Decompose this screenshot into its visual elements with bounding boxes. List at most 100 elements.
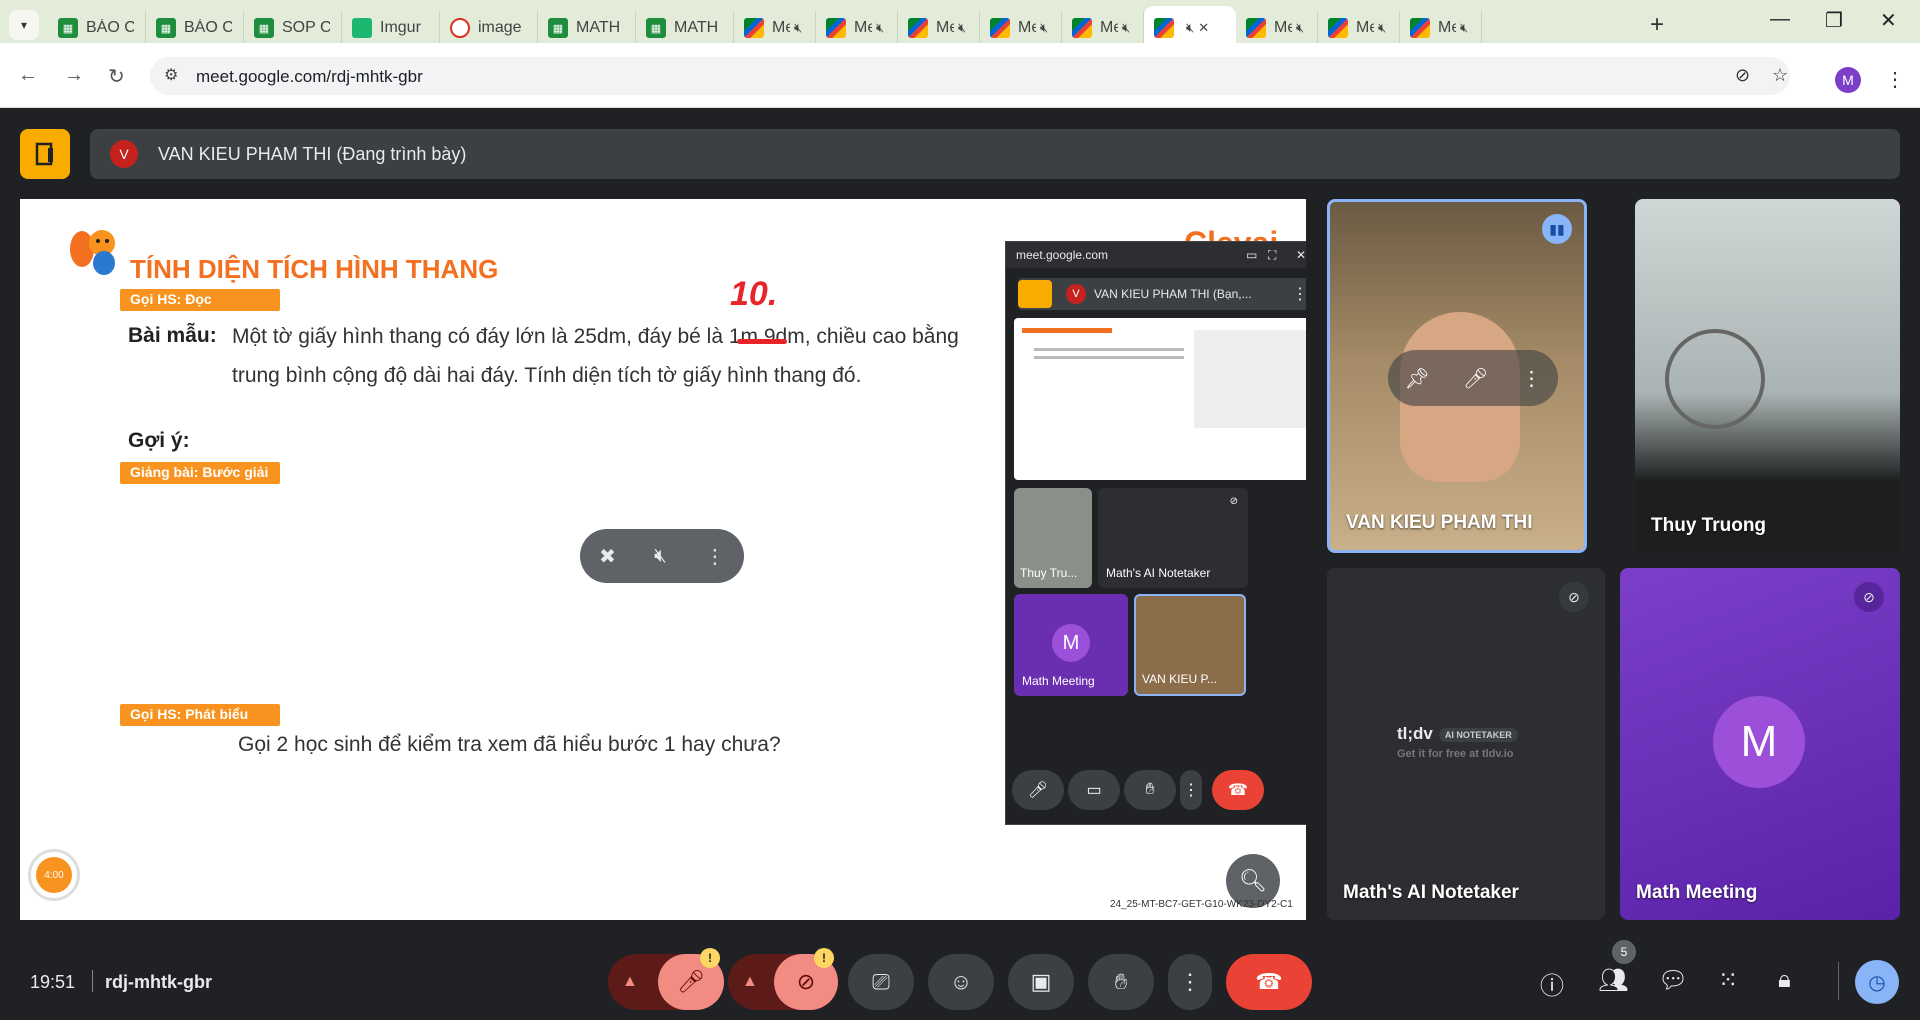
tab-muted-icon[interactable]: 🔇︎ (1460, 20, 1468, 36)
more-options-button[interactable]: ⋮ (1168, 954, 1212, 1010)
browser-tab[interactable]: Me 🔇︎ (898, 11, 980, 45)
timer-value: 4:00 (36, 857, 72, 893)
tab-muted-icon[interactable]: 🔇︎ (876, 20, 884, 36)
expand-icon[interactable]: ⛶ (1268, 248, 1276, 263)
raise-hand-button[interactable]: ✋︎ (1088, 954, 1154, 1010)
pip-more-button[interactable]: ⋮ (1180, 770, 1202, 810)
browser-tab[interactable]: ▦ BÁO C (146, 11, 244, 45)
browser-tab[interactable]: Me 🔇︎ (1318, 11, 1400, 45)
meet-icon (908, 18, 928, 38)
browser-tab[interactable]: ▦ MATH (636, 11, 734, 45)
pip-tile-notetaker[interactable]: Math's AI Notetaker ⊘ (1098, 488, 1248, 588)
meet-icon (990, 18, 1010, 38)
host-controls-button[interactable]: 🔒︎ (1778, 966, 1791, 994)
reload-button[interactable]: ↻ (108, 64, 125, 89)
tile-math-meeting[interactable]: ⊘ M Math Meeting (1620, 568, 1900, 920)
close-icon[interactable]: ✕ (1296, 248, 1306, 262)
close-tab-icon[interactable]: ✕ (1198, 20, 1209, 36)
pip-camera-button[interactable]: ▭ (1068, 770, 1120, 810)
tab-muted-icon[interactable]: 🔇︎ (1122, 20, 1130, 36)
tab-search-button[interactable]: ▾ (9, 10, 39, 40)
tab-muted-icon[interactable]: 🔇︎ (1378, 20, 1386, 36)
mic-options-chevron-up-icon[interactable]: ▲ (622, 973, 638, 991)
browser-toolbar: ← → ↻ ⚙ meet.google.com/rdj-mhtk-gbr ⊘ ☆… (0, 43, 1920, 108)
camera-toggle-button[interactable]: ⊘ ! (774, 948, 838, 1010)
pip-mic-button[interactable]: 🎤︎ (1012, 770, 1064, 810)
more-options-icon[interactable]: ⋮ (1292, 284, 1306, 304)
meet-icon (1410, 18, 1430, 38)
mic-toggle-button[interactable]: 🎤︎ ! (658, 948, 724, 1010)
more-options-icon[interactable]: ⋮ (705, 544, 725, 569)
leave-presentation-button[interactable] (20, 129, 70, 179)
sheets-icon: ▦ (548, 18, 568, 38)
imgur-icon (352, 18, 372, 38)
people-button[interactable]: 👥︎ (1598, 966, 1628, 995)
tile-name: Math's AI Notetaker (1343, 882, 1519, 903)
present-button[interactable]: ⎚ (848, 954, 914, 1010)
meet-app: V VAN KIEU PHAM THI (Đang trình bày) TÍN… (0, 109, 1920, 1020)
tab-muted-icon[interactable]: 🔇︎ (1040, 20, 1048, 36)
tab-muted-icon[interactable]: 🔇︎ (958, 20, 966, 36)
browser-tab[interactable]: Imgur (342, 11, 440, 45)
more-options-icon[interactable]: ⋮ (1521, 366, 1541, 391)
bookmark-star-icon[interactable]: ☆ (1772, 65, 1788, 86)
end-call-button[interactable]: ☎ (1226, 954, 1312, 1010)
tile-ai-notetaker[interactable]: ⊘ tl;dv AI NOTETAKER Get it for free at t… (1327, 568, 1605, 920)
end-call-icon: ☎ (1228, 782, 1248, 799)
profile-avatar[interactable]: M (1835, 67, 1861, 93)
pip-avatar-m: M (1052, 624, 1090, 662)
close-window-button[interactable]: ✕ (1880, 8, 1897, 33)
tab-muted-icon[interactable]: 🔇︎ (794, 20, 802, 36)
tab-muted-icon[interactable]: 🔇︎ (1296, 20, 1304, 36)
notetaker-brand: tl;dv AI NOTETAKER (1397, 724, 1518, 744)
chat-button[interactable]: 💬︎ (1658, 966, 1688, 995)
tile-van-kieu[interactable]: ▮▮ 📌︎ 🎤︎ ⋮ VAN KIEU PHAM THI (1327, 199, 1587, 553)
browser-tab[interactable]: Me 🔇︎ (980, 11, 1062, 45)
speaking-indicator-icon: ▮▮ (1542, 214, 1572, 244)
door-icon (35, 142, 53, 166)
reactions-button[interactable]: ☺ (928, 954, 994, 1010)
site-info-icon[interactable]: ⚙ (164, 65, 178, 85)
browser-tab[interactable]: ▦ MATH (538, 11, 636, 45)
minimize-button[interactable]: — (1770, 8, 1790, 31)
handwriting-annotation: 10. (730, 275, 778, 313)
browser-tab[interactable]: Me 🔇︎ (1400, 11, 1482, 45)
tab-muted-icon[interactable]: 🔇︎ (1186, 20, 1194, 36)
unpin-icon[interactable]: ✖ (599, 544, 616, 569)
pip-tile-thuy[interactable]: Thuy Tru... (1014, 488, 1092, 588)
browser-tab[interactable]: Me 🔇︎ (1062, 11, 1144, 45)
pip-tile-van-kieu[interactable]: VAN KIEU P... (1134, 594, 1246, 696)
captions-button[interactable]: ▣ (1008, 954, 1074, 1010)
meet-icon (826, 18, 846, 38)
browser-tab[interactable]: Me 🔇︎ (1236, 11, 1318, 45)
tile-thuy-truong[interactable]: Thuy Truong (1635, 199, 1900, 553)
pip-end-call-button[interactable]: ☎ (1212, 770, 1264, 810)
pin-icon[interactable]: 📌︎ (1405, 366, 1430, 391)
mic-icon[interactable]: 🎤︎ (1463, 366, 1488, 391)
pip-tile-math-meeting[interactable]: M Math Meeting (1014, 594, 1128, 696)
back-button[interactable]: ← (18, 64, 38, 87)
browser-tab[interactable]: Me 🔇︎ (816, 11, 898, 45)
restore-button[interactable]: ❐ (1825, 8, 1843, 33)
timer-activity-button[interactable]: ◷ (1855, 960, 1899, 1004)
browser-tab[interactable]: image (440, 11, 538, 45)
door-icon[interactable] (1018, 280, 1052, 308)
sheets-icon: ▦ (156, 18, 176, 38)
camera-icon[interactable]: ▭ (1246, 248, 1257, 262)
browser-tab[interactable]: ▦ BÁO C (48, 11, 146, 45)
pip-hand-button[interactable]: ✋︎ (1124, 770, 1176, 810)
audio-off-icon[interactable]: 🔇︎ (654, 545, 667, 568)
activities-button[interactable]: ⁙ (1718, 966, 1738, 995)
address-bar[interactable]: ⚙ meet.google.com/rdj-mhtk-gbr ⊘ ☆ (150, 57, 1790, 95)
tab-title: Me (1100, 19, 1118, 36)
browser-tab[interactable]: ▦ SOP C (244, 11, 342, 45)
camera-blocked-icon[interactable]: ⊘ (1735, 65, 1750, 86)
call-students-text: Gọi 2 học sinh để kiểm tra xem đã hiểu b… (238, 733, 781, 756)
forward-button[interactable]: → (64, 64, 84, 87)
meet-icon (1246, 18, 1266, 38)
browser-tab[interactable]: Me 🔇︎ (734, 11, 816, 45)
browser-menu-button[interactable]: ⋮ (1885, 67, 1905, 92)
camera-options-chevron-up-icon[interactable]: ▲ (742, 973, 758, 991)
new-tab-button[interactable]: + (1650, 11, 1664, 39)
meeting-info-button[interactable]: ⓘ (1540, 966, 1564, 1001)
